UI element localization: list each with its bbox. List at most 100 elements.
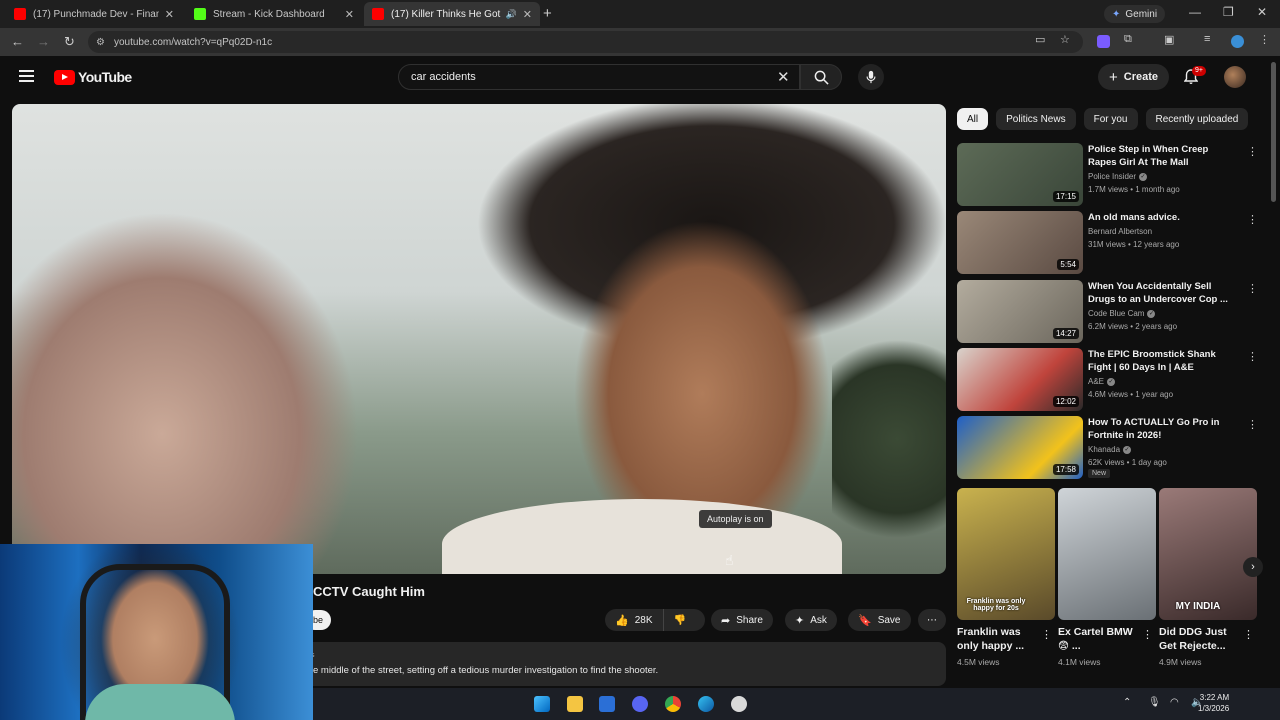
short-title[interactable]: Ex Cartel BMW 😨 ... bbox=[1058, 625, 1142, 653]
cast-icon[interactable]: ▭ bbox=[1035, 33, 1045, 46]
channel-name[interactable]: A&E bbox=[1088, 377, 1104, 386]
like-button[interactable]: 👍 28K bbox=[605, 609, 664, 631]
more-options-icon[interactable]: ⋮ bbox=[1142, 628, 1153, 641]
recommendation-title[interactable]: When You Accidentally Sell Drugs to an U… bbox=[1088, 280, 1236, 306]
more-options-icon[interactable]: ⋮ bbox=[1247, 145, 1258, 158]
short-thumbnail[interactable]: Franklin was only happy for 20s bbox=[957, 488, 1055, 620]
media-controls-icon[interactable]: ≡ bbox=[1204, 33, 1210, 45]
system-clock[interactable]: 3:22 AM 1/3/2026 bbox=[1198, 692, 1229, 714]
recommendation-item[interactable]: 5:54 An old mans advice. Bernard Alberts… bbox=[957, 211, 1258, 275]
wifi-icon[interactable]: ◠ bbox=[1170, 697, 1179, 708]
recommendation-item[interactable]: 12:02 The EPIC Broomstick Shank Fight | … bbox=[957, 348, 1258, 412]
short-item[interactable]: MY INDIA Did DDG Just Get Rejecte... ⋮ 4… bbox=[1159, 488, 1257, 667]
discord-icon[interactable] bbox=[632, 696, 648, 712]
tray-overflow-icon[interactable]: ⌃ bbox=[1123, 697, 1131, 708]
short-title[interactable]: Franklin was only happy ... bbox=[957, 625, 1041, 653]
recommendation-title[interactable]: An old mans advice. bbox=[1088, 211, 1236, 224]
video-thumbnail[interactable]: 5:54 bbox=[957, 211, 1083, 274]
search-button[interactable] bbox=[800, 64, 842, 90]
hamburger-menu-icon[interactable] bbox=[19, 70, 34, 82]
short-item[interactable]: Ex Cartel BMW 😨 ... ⋮ 4.1M views bbox=[1058, 488, 1156, 667]
description-box[interactable]: s e middle of the street, setting off a … bbox=[305, 642, 946, 686]
more-options-icon[interactable]: ⋮ bbox=[1247, 282, 1258, 295]
chip-recently-uploaded[interactable]: Recently uploaded bbox=[1145, 108, 1249, 130]
close-window-icon[interactable]: ✕ bbox=[1257, 5, 1267, 19]
chip-all[interactable]: All bbox=[957, 108, 989, 130]
channel-name[interactable]: Police Insider bbox=[1088, 172, 1136, 181]
profile-icon[interactable] bbox=[1231, 35, 1244, 48]
short-title[interactable]: Did DDG Just Get Rejecte... bbox=[1159, 625, 1243, 653]
site-info-icon[interactable]: ⚙ bbox=[96, 37, 105, 48]
share-button[interactable]: ➦ Share bbox=[711, 609, 773, 631]
video-thumbnail[interactable]: 17:15 bbox=[957, 143, 1083, 206]
channel-name[interactable]: Bernard Albertson bbox=[1088, 227, 1152, 236]
ask-button[interactable]: ✦ Ask bbox=[785, 609, 837, 631]
save-button[interactable]: 🔖 Save bbox=[848, 609, 911, 631]
video-thumbnail[interactable]: 12:02 bbox=[957, 348, 1083, 411]
tab-kick-dashboard[interactable]: Stream - Kick Dashboard ✕ bbox=[186, 2, 362, 26]
close-tab-icon[interactable]: ✕ bbox=[345, 8, 354, 21]
recommendation-item[interactable]: 14:27 When You Accidentally Sell Drugs t… bbox=[957, 280, 1258, 344]
close-tab-icon[interactable]: ✕ bbox=[165, 8, 174, 21]
page-scrollbar[interactable] bbox=[1271, 62, 1276, 202]
forward-icon[interactable]: → bbox=[37, 34, 50, 49]
windows-start-icon[interactable] bbox=[534, 696, 550, 712]
reload-icon[interactable]: ↻ bbox=[64, 34, 75, 50]
dislike-button[interactable]: 👎 bbox=[664, 615, 696, 626]
video-thumbnail[interactable]: 17:58 bbox=[957, 416, 1083, 479]
short-thumbnail[interactable]: MY INDIA bbox=[1159, 488, 1257, 620]
restore-icon[interactable]: ❐ bbox=[1223, 5, 1234, 19]
extension-icon[interactable] bbox=[1097, 35, 1110, 48]
tab-title: (17) Punchmade Dev - Financia bbox=[33, 8, 159, 20]
recommendation-item[interactable]: 17:58 How To ACTUALLY Go Pro in Fortnite… bbox=[957, 416, 1258, 486]
short-item[interactable]: Franklin was only happy for 20s Franklin… bbox=[957, 488, 1055, 667]
more-options-icon[interactable]: ⋮ bbox=[1247, 350, 1258, 363]
voice-search-button[interactable] bbox=[858, 64, 884, 90]
edge-icon[interactable] bbox=[698, 696, 714, 712]
extensions-puzzle-icon[interactable]: ⧉ bbox=[1124, 33, 1132, 46]
chrome-menu-icon[interactable]: ⋮ bbox=[1259, 33, 1270, 46]
search-input[interactable]: car accidents bbox=[398, 64, 800, 90]
tab-killer-video[interactable]: (17) Killer Thinks He Got Aw 🔊 ✕ bbox=[364, 2, 540, 26]
create-button[interactable]: + Create bbox=[1098, 64, 1170, 90]
microphone-icon bbox=[866, 70, 876, 84]
close-tab-icon[interactable]: ✕ bbox=[523, 8, 532, 21]
microphone-tray-icon[interactable]: 🎙 bbox=[1148, 697, 1161, 708]
split-view-icon[interactable]: ▣ bbox=[1164, 33, 1174, 46]
recommendation-title[interactable]: Police Step in When Creep Rapes Girl At … bbox=[1088, 143, 1236, 169]
chip-for-you[interactable]: For you bbox=[1083, 108, 1138, 130]
channel-name[interactable]: Code Blue Cam bbox=[1088, 309, 1144, 318]
youtube-logo[interactable]: YouTube bbox=[54, 69, 132, 85]
tab-title: Stream - Kick Dashboard bbox=[213, 8, 325, 20]
address-bar[interactable]: ⚙ youtube.com/watch?v=qPq02D-n1c bbox=[88, 31, 1083, 53]
more-options-icon[interactable]: ⋮ bbox=[1243, 628, 1254, 641]
bookmark-star-icon[interactable]: ☆ bbox=[1060, 33, 1070, 46]
shorts-next-icon[interactable]: › bbox=[1243, 557, 1263, 577]
file-explorer-icon[interactable] bbox=[567, 696, 583, 712]
gemini-button[interactable]: ✦ Gemini bbox=[1104, 5, 1166, 23]
more-options-icon[interactable]: ⋮ bbox=[1247, 418, 1258, 431]
audio-playing-icon[interactable]: 🔊 bbox=[506, 9, 517, 20]
windows-taskbar: ⌃ 🎙 ◠ 🔈 bbox=[313, 688, 1280, 720]
video-player[interactable] bbox=[12, 104, 946, 574]
channel-name[interactable]: Khanada bbox=[1088, 445, 1120, 454]
chip-politics-news[interactable]: Politics News bbox=[996, 108, 1076, 130]
more-options-icon[interactable]: ⋮ bbox=[1247, 213, 1258, 226]
microsoft-store-icon[interactable] bbox=[599, 696, 615, 712]
back-icon[interactable]: ← bbox=[11, 34, 24, 49]
new-tab-button[interactable]: + bbox=[543, 5, 552, 22]
account-avatar[interactable] bbox=[1224, 66, 1246, 88]
recommendation-title[interactable]: How To ACTUALLY Go Pro in Fortnite in 20… bbox=[1088, 416, 1236, 442]
recommendation-title[interactable]: The EPIC Broomstick Shank Fight | 60 Day… bbox=[1088, 348, 1236, 374]
chrome-icon[interactable] bbox=[665, 696, 681, 712]
more-options-icon[interactable]: ⋮ bbox=[1041, 628, 1052, 641]
short-thumbnail[interactable] bbox=[1058, 488, 1156, 620]
duration-badge: 17:58 bbox=[1052, 464, 1079, 475]
clear-search-icon[interactable]: ✕ bbox=[777, 68, 790, 86]
tab-punchmade[interactable]: (17) Punchmade Dev - Financia ✕ bbox=[6, 2, 182, 26]
video-thumbnail[interactable]: 14:27 bbox=[957, 280, 1083, 343]
minimize-icon[interactable]: — bbox=[1189, 5, 1201, 19]
more-actions-button[interactable]: ⋯ bbox=[918, 609, 946, 631]
obs-icon[interactable] bbox=[731, 696, 747, 712]
recommendation-item[interactable]: 17:15 Police Step in When Creep Rapes Gi… bbox=[957, 143, 1258, 207]
